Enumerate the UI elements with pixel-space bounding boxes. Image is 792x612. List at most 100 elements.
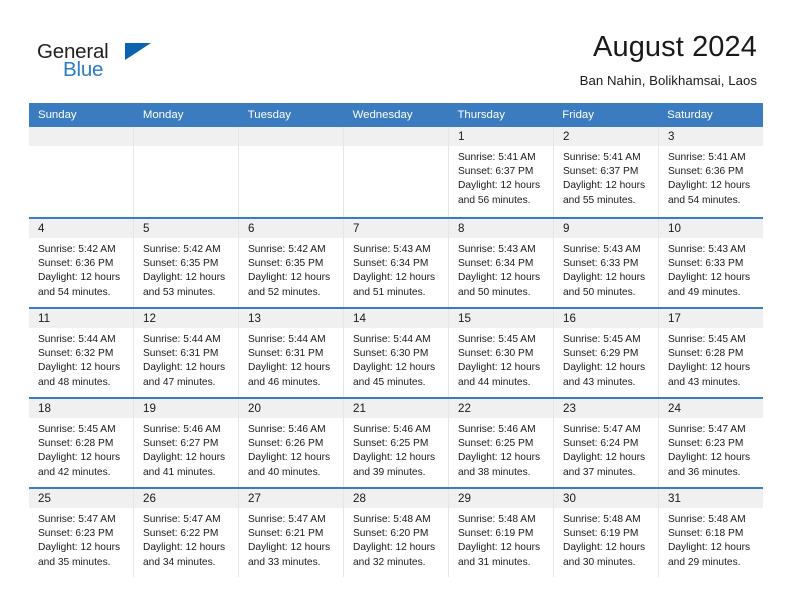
sunset-time: Sunset: 6:22 PM <box>143 528 219 540</box>
calendar-day-cell[interactable]: 1 Sunrise: 5:41 AM Sunset: 6:37 PM Daylight… <box>449 127 554 217</box>
calendar-day-cell[interactable]: 15 Sunrise: 5:45 AM Sunset: 6:30 PM Dayligh… <box>449 309 554 397</box>
calendar-day-cell[interactable]: 11 Sunrise: 5:44 AM Sunset: 6:32 PM Dayligh… <box>29 309 134 397</box>
weekday-friday: Friday <box>562 109 594 121</box>
calendar-day-cell[interactable]: 4 Sunrise: 5:42 AM Sunset: 6:36 PM Daylight… <box>29 219 134 307</box>
daylight-duration-line2: and 56 minutes. <box>458 194 531 206</box>
day-number: 6 <box>248 221 255 235</box>
day-number-band: 10 <box>659 219 763 238</box>
calendar-day-cell[interactable]: 24 Sunrise: 5:47 AM Sunset: 6:23 PM Dayligh… <box>659 399 763 487</box>
calendar-day-cell[interactable]: 18 Sunrise: 5:45 AM Sunset: 6:28 PM Dayligh… <box>29 399 134 487</box>
sunset-time: Sunset: 6:33 PM <box>563 258 639 270</box>
day-number: 12 <box>143 311 156 325</box>
day-number-band: 31 <box>659 489 763 508</box>
sunrise-time: Sunrise: 5:48 AM <box>668 514 746 525</box>
day-number-band: 27 <box>239 489 343 508</box>
calendar-day-cell[interactable]: 28 Sunrise: 5:48 AM Sunset: 6:20 PM Dayligh… <box>344 489 449 577</box>
calendar-day-cell[interactable]: 19 Sunrise: 5:46 AM Sunset: 6:27 PM Dayligh… <box>134 399 239 487</box>
calendar-day-cell[interactable]: 20 Sunrise: 5:46 AM Sunset: 6:26 PM Dayligh… <box>239 399 344 487</box>
title-block: August 2024 Ban Nahin, Bolikhamsai, Laos <box>580 30 757 89</box>
sunrise-time: Sunrise: 5:41 AM <box>668 152 746 163</box>
day-number-band: 16 <box>554 309 658 328</box>
day-details: Sunrise: 5:43 AM Sunset: 6:33 PM Daylight:… <box>659 238 763 300</box>
calendar-day-cell[interactable]: 9 Sunrise: 5:43 AM Sunset: 6:33 PM Daylight… <box>554 219 659 307</box>
sunrise-time: Sunrise: 5:45 AM <box>458 334 536 345</box>
calendar-day-cell[interactable]: 30 Sunrise: 5:48 AM Sunset: 6:19 PM Dayligh… <box>554 489 659 577</box>
daylight-duration-line1: Daylight: 12 hours <box>143 542 226 554</box>
calendar-day-cell[interactable]: 31 Sunrise: 5:48 AM Sunset: 6:18 PM Dayligh… <box>659 489 763 577</box>
day-details: Sunrise: 5:45 AM Sunset: 6:28 PM Daylight:… <box>659 328 763 390</box>
calendar-day-cell[interactable]: 26 Sunrise: 5:47 AM Sunset: 6:22 PM Dayligh… <box>134 489 239 577</box>
day-details: Sunrise: 5:42 AM Sunset: 6:35 PM Daylight:… <box>134 238 238 300</box>
day-number-band: 21 <box>344 399 448 418</box>
sunset-time: Sunset: 6:28 PM <box>668 348 744 360</box>
daylight-duration-line2: and 52 minutes. <box>248 286 321 298</box>
calendar-day-cell[interactable]: 27 Sunrise: 5:47 AM Sunset: 6:21 PM Dayligh… <box>239 489 344 577</box>
calendar-day-cell[interactable]: 13 Sunrise: 5:44 AM Sunset: 6:31 PM Dayligh… <box>239 309 344 397</box>
calendar-day-cell-empty <box>344 127 449 217</box>
calendar-day-cell[interactable]: 23 Sunrise: 5:47 AM Sunset: 6:24 PM Dayligh… <box>554 399 659 487</box>
day-details: Sunrise: 5:46 AM Sunset: 6:27 PM Daylight:… <box>134 418 238 480</box>
calendar-page: General Blue August 2024 Ban Nahin, Boli… <box>0 0 792 612</box>
sunrise-time: Sunrise: 5:47 AM <box>248 514 326 525</box>
day-details: Sunrise: 5:47 AM Sunset: 6:21 PM Daylight:… <box>239 508 343 570</box>
sunrise-time: Sunrise: 5:44 AM <box>248 334 326 345</box>
sunset-time: Sunset: 6:31 PM <box>248 348 324 360</box>
sunrise-time: Sunrise: 5:42 AM <box>38 244 116 255</box>
daylight-duration-line2: and 39 minutes. <box>353 466 426 478</box>
day-details: Sunrise: 5:46 AM Sunset: 6:26 PM Daylight:… <box>239 418 343 480</box>
day-details: Sunrise: 5:41 AM Sunset: 6:37 PM Daylight:… <box>554 146 658 208</box>
day-details: Sunrise: 5:48 AM Sunset: 6:20 PM Daylight:… <box>344 508 448 570</box>
daylight-duration-line1: Daylight: 12 hours <box>563 272 646 284</box>
daylight-duration-line1: Daylight: 12 hours <box>248 272 331 284</box>
calendar-day-cell[interactable]: 6 Sunrise: 5:42 AM Sunset: 6:35 PM Daylight… <box>239 219 344 307</box>
daylight-duration-line1: Daylight: 12 hours <box>38 272 121 284</box>
daylight-duration-line1: Daylight: 12 hours <box>668 272 751 284</box>
calendar-day-cell[interactable]: 29 Sunrise: 5:48 AM Sunset: 6:19 PM Dayligh… <box>449 489 554 577</box>
calendar-day-cell[interactable]: 2 Sunrise: 5:41 AM Sunset: 6:37 PM Daylight… <box>554 127 659 217</box>
calendar-day-cell[interactable]: 7 Sunrise: 5:43 AM Sunset: 6:34 PM Daylight… <box>344 219 449 307</box>
sunrise-time: Sunrise: 5:43 AM <box>458 244 536 255</box>
calendar-day-cell[interactable]: 10 Sunrise: 5:43 AM Sunset: 6:33 PM Dayligh… <box>659 219 763 307</box>
sunrise-time: Sunrise: 5:46 AM <box>248 424 326 435</box>
calendar-day-cell[interactable]: 16 Sunrise: 5:45 AM Sunset: 6:29 PM Dayligh… <box>554 309 659 397</box>
calendar-day-cell[interactable]: 14 Sunrise: 5:44 AM Sunset: 6:30 PM Dayligh… <box>344 309 449 397</box>
sunset-time: Sunset: 6:27 PM <box>143 438 219 450</box>
daylight-duration-line2: and 48 minutes. <box>38 376 111 388</box>
weekday-tuesday: Tuesday <box>247 109 291 121</box>
sunset-time: Sunset: 6:36 PM <box>38 258 114 270</box>
day-number: 8 <box>458 221 465 235</box>
calendar-week-row: 1 Sunrise: 5:41 AM Sunset: 6:37 PM Daylight… <box>29 127 763 217</box>
daylight-duration-line1: Daylight: 12 hours <box>38 542 121 554</box>
calendar-day-cell[interactable]: 8 Sunrise: 5:43 AM Sunset: 6:34 PM Daylight… <box>449 219 554 307</box>
day-details: Sunrise: 5:44 AM Sunset: 6:32 PM Daylight:… <box>29 328 133 390</box>
daylight-duration-line2: and 46 minutes. <box>248 376 321 388</box>
sunset-time: Sunset: 6:34 PM <box>458 258 534 270</box>
daylight-duration-line2: and 37 minutes. <box>563 466 636 478</box>
day-details: Sunrise: 5:45 AM Sunset: 6:30 PM Daylight:… <box>449 328 553 390</box>
daylight-duration-line2: and 36 minutes. <box>668 466 741 478</box>
calendar-day-cell[interactable]: 12 Sunrise: 5:44 AM Sunset: 6:31 PM Dayligh… <box>134 309 239 397</box>
daylight-duration-line1: Daylight: 12 hours <box>38 452 121 464</box>
sunset-time: Sunset: 6:35 PM <box>248 258 324 270</box>
daylight-duration-line1: Daylight: 12 hours <box>668 542 751 554</box>
daylight-duration-line1: Daylight: 12 hours <box>248 362 331 374</box>
calendar-day-cell[interactable]: 17 Sunrise: 5:45 AM Sunset: 6:28 PM Dayligh… <box>659 309 763 397</box>
calendar-day-cell[interactable]: 22 Sunrise: 5:46 AM Sunset: 6:25 PM Dayligh… <box>449 399 554 487</box>
calendar-weeks: 1 Sunrise: 5:41 AM Sunset: 6:37 PM Daylight… <box>29 127 763 577</box>
day-number-band: 20 <box>239 399 343 418</box>
daylight-duration-line1: Daylight: 12 hours <box>458 272 541 284</box>
calendar-day-cell[interactable]: 25 Sunrise: 5:47 AM Sunset: 6:23 PM Dayligh… <box>29 489 134 577</box>
calendar-day-cell[interactable]: 3 Sunrise: 5:41 AM Sunset: 6:36 PM Daylight… <box>659 127 763 217</box>
general-blue-logo: General Blue <box>33 30 173 86</box>
day-details: Sunrise: 5:44 AM Sunset: 6:31 PM Daylight:… <box>134 328 238 390</box>
calendar-day-cell[interactable]: 5 Sunrise: 5:42 AM Sunset: 6:35 PM Daylight… <box>134 219 239 307</box>
day-details: Sunrise: 5:46 AM Sunset: 6:25 PM Daylight:… <box>344 418 448 480</box>
sunset-time: Sunset: 6:24 PM <box>563 438 639 450</box>
day-number-band: 2 <box>554 127 658 146</box>
day-number-band: 3 <box>659 127 763 146</box>
day-number: 26 <box>143 491 156 505</box>
daylight-duration-line1: Daylight: 12 hours <box>563 542 646 554</box>
day-number: 10 <box>668 221 681 235</box>
calendar-day-cell[interactable]: 21 Sunrise: 5:46 AM Sunset: 6:25 PM Dayligh… <box>344 399 449 487</box>
day-details: Sunrise: 5:43 AM Sunset: 6:34 PM Daylight:… <box>344 238 448 300</box>
